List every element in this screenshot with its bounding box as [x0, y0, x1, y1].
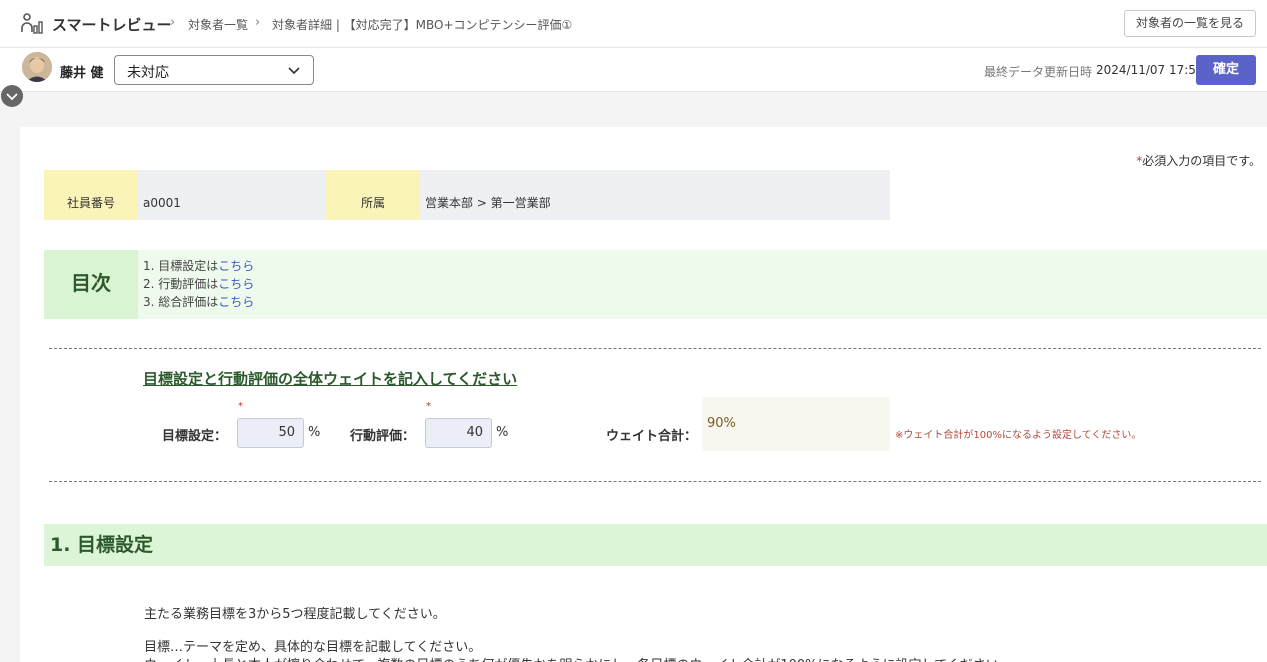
- status-value: 未対応: [127, 65, 169, 81]
- behavior-weight-input[interactable]: 40: [425, 418, 492, 448]
- top-bar: スマートレビュー › 対象者一覧 › 対象者詳細 | 【対応完了】MBO+コンピ…: [0, 0, 1267, 48]
- view-subject-list-button[interactable]: 対象者の一覧を見る: [1123, 10, 1256, 37]
- employee-no-value: a0001: [143, 196, 181, 210]
- toc-item: 2. 行動評価はこちら: [143, 277, 255, 291]
- subject-name: 藤井 健: [60, 66, 104, 81]
- chevron-down-icon: [6, 93, 18, 101]
- weight-total-value: 90%: [702, 397, 890, 451]
- required-note: *必須入力の項目です。: [1136, 154, 1261, 168]
- confirm-button[interactable]: 確定: [1196, 55, 1256, 85]
- employee-no-label: 社員番号: [44, 170, 138, 220]
- section-goals-heading: 1. 目標設定: [44, 524, 1267, 566]
- subject-bar: 藤井 健 未対応 最終データ更新日時 2024/11/07 17:50 確定: [0, 48, 1267, 92]
- required-marker: *: [426, 401, 431, 412]
- weight-total-warning: ※ウェイト合計が100%になるよう設定してください。: [895, 430, 1142, 441]
- app-title[interactable]: スマートレビュー: [52, 14, 172, 35]
- last-updated-label: 最終データ更新日時: [984, 65, 1093, 79]
- breadcrumb-subject-detail: 対象者詳細 | 【対応完了】MBO+コンピテンシー評価①: [272, 18, 573, 32]
- weight-total-label: ウェイト合計：: [606, 429, 698, 444]
- toc-heading: 目次: [44, 250, 138, 319]
- goals-instruction: ウェイト…上長と本人が擦り合わせて、複数の目標のうち何が優先かを明らかにし、各目…: [144, 654, 1012, 662]
- goal-weight-input[interactable]: 50: [237, 418, 304, 448]
- goals-instruction: 目標…テーマを定め、具体的な目標を記載してください。: [144, 640, 482, 655]
- collapse-toggle[interactable]: [1, 85, 23, 107]
- status-select[interactable]: 未対応: [114, 55, 314, 85]
- toc-item: 1. 目標設定はこちら: [143, 259, 255, 273]
- weight-section-title: 目標設定と行動評価の全体ウェイトを記入してください: [143, 370, 518, 388]
- goals-instruction: 主たる業務目標を3から5つ程度記載してください。: [144, 607, 446, 622]
- divider: [49, 481, 1261, 482]
- goal-weight-label: 目標設定：: [162, 429, 228, 444]
- percent-unit: %: [308, 425, 321, 440]
- department-label: 所属: [326, 170, 420, 220]
- department-value: 営業本部 > 第一営業部: [425, 196, 551, 210]
- evaluation-form: *必須入力の項目です。 社員番号 a0001 所属 営業本部 > 第一営業部 目…: [20, 127, 1267, 662]
- behavior-weight-label: 行動評価：: [350, 429, 416, 444]
- breadcrumb-subject-list[interactable]: 対象者一覧: [188, 16, 248, 33]
- avatar: [22, 52, 52, 82]
- table-of-contents: 目次 1. 目標設定はこちら 2. 行動評価はこちら 3. 総合評価はこちら: [44, 250, 1267, 319]
- toc-link-behavior[interactable]: こちら: [218, 277, 254, 291]
- required-marker: *: [238, 401, 243, 412]
- toc-link-goals[interactable]: こちら: [218, 259, 254, 273]
- employee-info-table: 社員番号 a0001 所属 営業本部 > 第一営業部: [44, 170, 890, 220]
- chevron-right-icon: ›: [255, 15, 261, 30]
- last-updated-value: 2024/11/07 17:50: [1096, 63, 1204, 77]
- percent-unit: %: [496, 425, 509, 440]
- chevron-right-icon: ›: [170, 15, 176, 30]
- people-chart-icon: [21, 13, 43, 34]
- divider: [49, 348, 1261, 349]
- chevron-down-icon: [288, 67, 300, 75]
- toc-item: 3. 総合評価はこちら: [143, 295, 255, 309]
- toc-link-overall[interactable]: こちら: [218, 295, 254, 309]
